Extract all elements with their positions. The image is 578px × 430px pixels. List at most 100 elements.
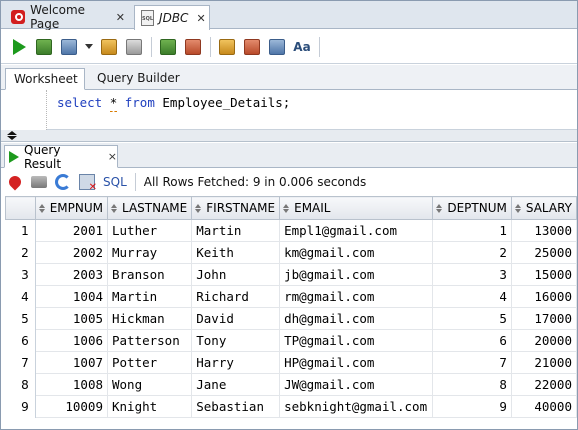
cell-lastname[interactable]: Wong <box>106 373 193 396</box>
cell-salary[interactable]: 22000 <box>510 373 578 396</box>
cell-email[interactable]: TP@gmail.com <box>279 329 434 352</box>
cell-empnum[interactable]: 1006 <box>34 329 109 352</box>
cell-deptnum[interactable]: 3 <box>432 263 512 286</box>
sql-tuning-button[interactable] <box>217 37 237 57</box>
table-row[interactable]: 3 2003 Branson John jb@gmail.com 3 15000 <box>5 263 578 286</box>
row-number[interactable]: 7 <box>5 351 36 374</box>
table-row[interactable]: 1 2001 Luther Martin Empl1@gmail.com 1 13000 <box>5 219 578 242</box>
row-number[interactable]: 1 <box>5 219 36 242</box>
run-statement-button[interactable] <box>9 37 29 57</box>
cell-deptnum[interactable]: 5 <box>432 307 512 330</box>
dropdown-button[interactable] <box>84 37 94 57</box>
row-number[interactable]: 9 <box>5 395 36 418</box>
cell-lastname[interactable]: Branson <box>106 263 193 286</box>
sql-editor[interactable]: select * from Employee_Details; <box>1 90 577 130</box>
cell-deptnum[interactable]: 8 <box>432 373 512 396</box>
cell-deptnum[interactable]: 9 <box>432 395 512 418</box>
close-icon[interactable]: ✕ <box>196 12 205 25</box>
cell-email[interactable]: rm@gmail.com <box>279 285 434 308</box>
table-row[interactable]: 2 2002 Murray Keith km@gmail.com 2 25000 <box>5 241 578 264</box>
cell-email[interactable]: jb@gmail.com <box>279 263 434 286</box>
print-button[interactable] <box>30 173 48 191</box>
cell-salary[interactable]: 13000 <box>510 219 578 242</box>
column-header-deptnum[interactable]: DEPTNUM <box>432 196 512 220</box>
refresh-button[interactable] <box>54 173 72 191</box>
cell-email[interactable]: Empl1@gmail.com <box>279 219 434 242</box>
cell-deptnum[interactable]: 1 <box>432 219 512 242</box>
table-row[interactable]: 9 10009 Knight Sebastian sebknight@gmail.com… <box>5 395 578 418</box>
cell-email[interactable]: sebknight@gmail.com <box>279 395 434 418</box>
cell-email[interactable]: JW@gmail.com <box>279 373 434 396</box>
row-number[interactable]: 8 <box>5 373 36 396</box>
cell-firstname[interactable]: David <box>191 307 281 330</box>
cell-empnum[interactable]: 1005 <box>34 307 109 330</box>
cell-firstname[interactable]: Tony <box>191 329 281 352</box>
cell-salary[interactable]: 20000 <box>510 329 578 352</box>
panel-splitter[interactable] <box>1 130 577 142</box>
cell-firstname[interactable]: Richard <box>191 285 281 308</box>
cell-salary[interactable]: 25000 <box>510 241 578 264</box>
cell-firstname[interactable]: Sebastian <box>191 395 281 418</box>
row-number[interactable]: 5 <box>5 307 36 330</box>
splitter-arrows-icon[interactable] <box>7 131 17 140</box>
close-icon[interactable]: × <box>108 150 117 163</box>
cell-salary[interactable]: 16000 <box>510 285 578 308</box>
tab-worksheet[interactable]: Worksheet <box>5 68 85 90</box>
table-row[interactable]: 6 1006 Patterson Tony TP@gmail.com 6 20000 <box>5 329 578 352</box>
cell-lastname[interactable]: Patterson <box>106 329 193 352</box>
tab-welcome-page[interactable]: Welcome Page ✕ <box>5 3 131 31</box>
tab-query-builder[interactable]: Query Builder <box>89 68 189 90</box>
cell-firstname[interactable]: John <box>191 263 281 286</box>
cell-lastname[interactable]: Potter <box>106 351 193 374</box>
table-row[interactable]: 4 1004 Martin Richard rm@gmail.com 4 16000 <box>5 285 578 308</box>
delete-results-button[interactable] <box>78 173 97 193</box>
cell-lastname[interactable]: Knight <box>106 395 193 418</box>
column-header-empnum[interactable]: EMPNUM <box>34 196 109 220</box>
cell-firstname[interactable]: Harry <box>191 351 281 374</box>
format-case-button[interactable]: Aa <box>292 37 312 57</box>
cell-empnum[interactable]: 2002 <box>34 241 109 264</box>
row-number[interactable]: 2 <box>5 241 36 264</box>
clear-button[interactable] <box>242 37 262 57</box>
run-script-button[interactable] <box>34 37 54 57</box>
explain-plan-button[interactable] <box>99 37 119 57</box>
cell-firstname[interactable]: Keith <box>191 241 281 264</box>
tab-query-result[interactable]: Query Result × <box>4 143 118 171</box>
cell-deptnum[interactable]: 7 <box>432 351 512 374</box>
history-button[interactable] <box>267 37 287 57</box>
close-icon[interactable]: ✕ <box>116 11 125 24</box>
table-row[interactable]: 8 1008 Wong Jane JW@gmail.com 8 22000 <box>5 373 578 396</box>
row-number[interactable]: 6 <box>5 329 36 352</box>
commit-transaction-button[interactable] <box>158 37 178 57</box>
column-header-firstname[interactable]: FIRSTNAME <box>191 196 281 220</box>
cell-lastname[interactable]: Murray <box>106 241 193 264</box>
row-number[interactable]: 3 <box>5 263 36 286</box>
tab-jdbc[interactable]: SQL JDBC ✕ <box>134 5 210 30</box>
cell-email[interactable]: km@gmail.com <box>279 241 434 264</box>
cell-email[interactable]: dh@gmail.com <box>279 307 434 330</box>
rollback-button[interactable] <box>183 37 203 57</box>
column-header-salary[interactable]: SALARY <box>510 196 578 220</box>
cell-deptnum[interactable]: 6 <box>432 329 512 352</box>
autotrace-button[interactable] <box>124 37 144 57</box>
sql-statement[interactable]: select * from Employee_Details; <box>57 95 290 110</box>
commit-button[interactable] <box>59 37 79 57</box>
cell-firstname[interactable]: Martin <box>191 219 281 242</box>
row-number[interactable]: 4 <box>5 285 36 308</box>
cell-deptnum[interactable]: 4 <box>432 285 512 308</box>
cell-firstname[interactable]: Jane <box>191 373 281 396</box>
sql-button[interactable]: SQL <box>103 175 127 189</box>
cell-empnum[interactable]: 2003 <box>34 263 109 286</box>
pin-button[interactable] <box>6 173 24 191</box>
table-row[interactable]: 7 1007 Potter Harry HP@gmail.com 7 21000 <box>5 351 578 374</box>
cell-empnum[interactable]: 1007 <box>34 351 109 374</box>
cell-salary[interactable]: 17000 <box>510 307 578 330</box>
column-header-email[interactable]: EMAIL <box>279 196 434 220</box>
cell-salary[interactable]: 15000 <box>510 263 578 286</box>
cell-salary[interactable]: 40000 <box>510 395 578 418</box>
cell-lastname[interactable]: Martin <box>106 285 193 308</box>
cell-deptnum[interactable]: 2 <box>432 241 512 264</box>
cell-empnum[interactable]: 2001 <box>34 219 109 242</box>
cell-lastname[interactable]: Hickman <box>106 307 193 330</box>
cell-empnum[interactable]: 1008 <box>34 373 109 396</box>
